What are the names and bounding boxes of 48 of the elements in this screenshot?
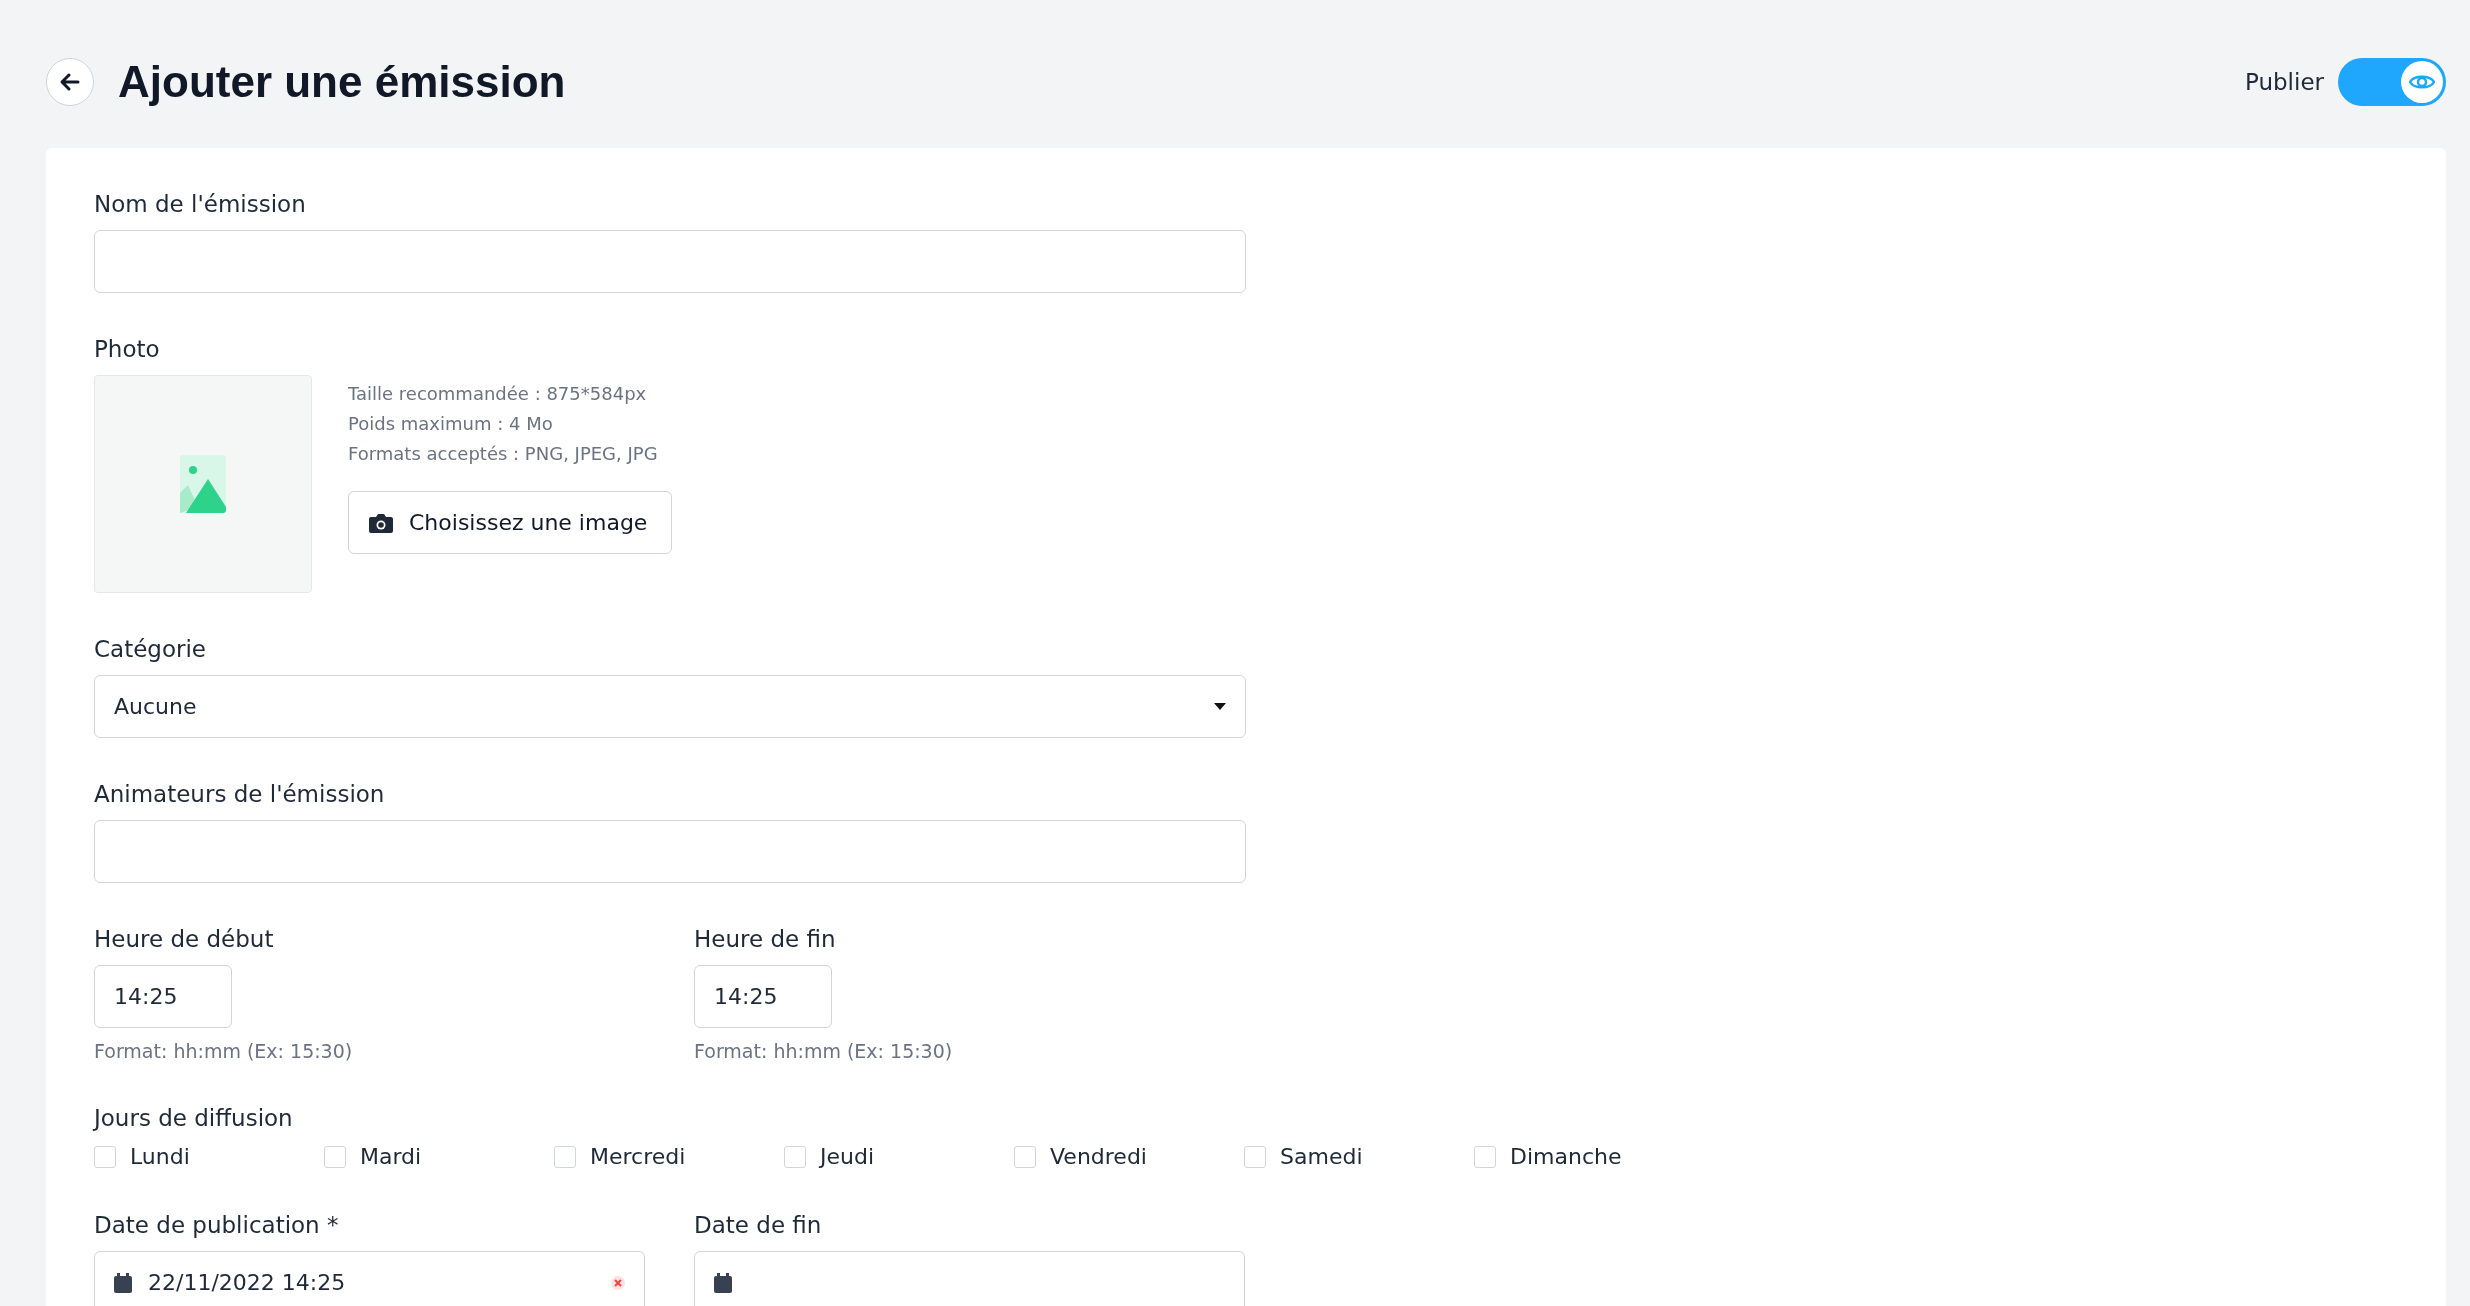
day-label: Mardi xyxy=(360,1144,422,1169)
day-label: Dimanche xyxy=(1510,1144,1622,1169)
date-input[interactable]: 22/11/2022 14:25 xyxy=(94,1251,645,1306)
hosts-input[interactable] xyxy=(94,820,1246,883)
day-checkbox[interactable] xyxy=(1014,1145,1036,1168)
day-checkbox[interactable] xyxy=(1244,1145,1266,1168)
photo-hint: Taille recommandée : 875*584px xyxy=(348,382,648,406)
name-input[interactable] xyxy=(94,230,1246,293)
field-label: Heure de fin xyxy=(694,925,837,953)
day-label: Lundi xyxy=(130,1144,190,1169)
back-arrow-icon xyxy=(59,71,81,93)
day-checkbox[interactable] xyxy=(324,1145,346,1168)
field-label: Jours de diffusion xyxy=(94,1104,294,1132)
camera-icon xyxy=(369,512,393,533)
category-select[interactable]: Aucune xyxy=(94,675,1246,738)
field-label: Heure de début xyxy=(94,925,275,953)
field-label: Nom de l'émission xyxy=(94,190,307,218)
date-input[interactable] xyxy=(694,1251,1245,1306)
eye-icon xyxy=(2409,73,2435,91)
image-icon xyxy=(180,455,226,513)
day-label: Vendredi xyxy=(1050,1144,1147,1169)
day-checkbox[interactable] xyxy=(554,1145,576,1168)
format-hint: Format: hh:mm (Ex: 15:30) xyxy=(694,1040,954,1062)
day-label: Jeudi xyxy=(820,1144,875,1169)
day-checkbox[interactable] xyxy=(1474,1145,1496,1168)
time-input[interactable]: 14:25 xyxy=(94,965,232,1028)
day-label: Mercredi xyxy=(590,1144,686,1169)
field-label: Date de fin xyxy=(694,1211,823,1239)
back-button[interactable] xyxy=(46,58,94,106)
calendar-icon xyxy=(714,1272,732,1293)
format-hint: Format: hh:mm (Ex: 15:30) xyxy=(94,1040,354,1062)
publish-label: Publier xyxy=(2244,69,2324,95)
clear-icon[interactable] xyxy=(611,1275,625,1290)
publish-toggle[interactable] xyxy=(2338,58,2446,106)
day-checkbox[interactable] xyxy=(784,1145,806,1168)
calendar-icon xyxy=(114,1272,132,1293)
choose-image-button[interactable]: Choisissez une image xyxy=(348,491,673,554)
field-label: Catégorie xyxy=(94,635,207,663)
page-title: Ajouter une émission xyxy=(118,57,566,107)
day-checkbox[interactable] xyxy=(94,1145,116,1168)
time-input[interactable]: 14:25 xyxy=(694,965,832,1028)
day-label: Samedi xyxy=(1280,1144,1363,1169)
field-label: Photo xyxy=(94,335,161,363)
photo-hint: Formats acceptés : PNG, JPEG, JPG xyxy=(348,442,659,466)
photo-hint: Poids maximum : 4 Mo xyxy=(348,412,554,436)
caret-icon xyxy=(1214,702,1226,711)
field-label: Animateurs de l'émission xyxy=(94,780,386,808)
field-label: Date de publication * xyxy=(94,1211,340,1239)
